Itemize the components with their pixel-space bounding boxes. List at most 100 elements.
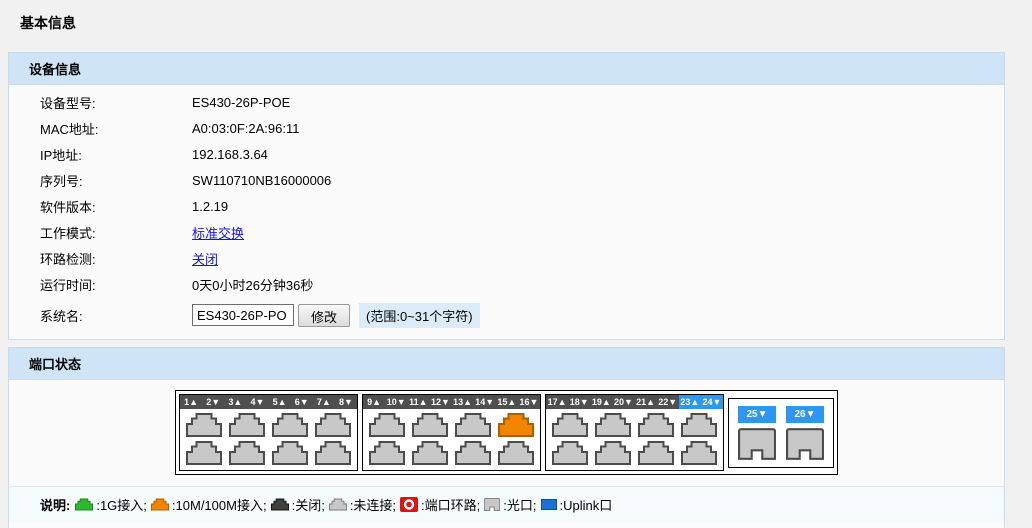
port-number-label-3: 3▲ [224,395,246,409]
legend-item-label: :10M/100M接入; [172,495,267,514]
port-18-icon [552,441,588,465]
row-label: 工作模式: [40,223,192,242]
legend-item: :关闭; [271,495,325,514]
port-legend: 说明: :1G接入; :10M/100M接入; :关闭; :未连接;:端口环路; :光口;… [9,486,1004,522]
row-label: 环路检测: [40,249,192,268]
legend-prefix: 说明: [40,495,70,514]
port-number-label-9: 9▲ [363,395,385,409]
row-work-mode: 工作模式: 标准交换 [9,219,1004,245]
port-group-header: 1▲2▼3▲4▼5▲6▼7▲8▼ [180,395,357,409]
port-group-3: 17▲18▼19▲20▼21▲22▼23▲24▼ [545,394,724,471]
port-number-label-5: 5▲ [269,395,291,409]
port-12-icon [412,441,448,465]
loop-detect-link[interactable]: 关闭 [192,252,218,267]
system-name-input[interactable] [192,304,294,326]
port-2-icon [186,441,222,465]
port-25-icon [738,428,776,460]
legend-item: :光口; [484,495,536,514]
uplink-square-icon [541,499,557,510]
port-number-label-26: 26▼ [786,406,824,423]
port-16-icon [498,441,534,465]
port-9-icon [369,413,405,437]
work-mode-link[interactable]: 标准交换 [192,226,244,241]
page-title: 基本信息 [0,0,1032,52]
legend-item-label: :未连接; [350,495,396,514]
port-23-icon [681,413,717,437]
port-13-icon [455,413,491,437]
port-number-label-2: 2▼ [202,395,224,409]
device-info-header: 设备信息 [9,53,1004,85]
port-22-icon [638,441,674,465]
port-number-label-19: 19▲ [590,395,612,409]
legend-item: :端口环路; [400,495,480,514]
row-loop-detect: 环路检测: 关闭 [9,245,1004,271]
port-number-label-21: 21▲ [635,395,657,409]
port-number-label-4: 4▼ [246,395,268,409]
port-board: 1▲2▼3▲4▼5▲6▼7▲8▼9▲10▼11▲12▼13▲14▼15▲16▼1… [175,390,838,475]
rj45-dark-icon [271,498,289,511]
legend-item-label: :关闭; [292,495,325,514]
port-group-1: 1▲2▼3▲4▼5▲6▼7▲8▼ [179,394,358,471]
port-5-icon [272,413,308,437]
port-10-icon [369,441,405,465]
serial-number-value: SW110710NB16000006 [192,173,331,188]
port-group-header: 9▲10▼11▲12▼13▲14▼15▲16▼ [363,395,540,409]
port-20-icon [595,441,631,465]
port-19-icon [595,413,631,437]
port-26-icon [786,428,824,460]
port-number-label-15: 15▲ [496,395,518,409]
port-number-label-16: 16▼ [518,395,540,409]
port-number-label-22: 22▼ [657,395,679,409]
row-uptime: 运行时间: 0天0小时26分钟36秒 [9,271,1004,297]
sfp-port-icon [484,498,500,511]
legend-item-label: :Uplink口 [560,495,613,514]
loop-red-icon [400,497,418,512]
legend-item: :10M/100M接入; [151,495,267,514]
row-mac-address: MAC地址: A0:03:0F:2A:96:11 [9,115,1004,141]
port-number-label-7: 7▲ [313,395,335,409]
port-number-label-11: 11▲ [407,395,429,409]
device-info-panel: 设备信息 设备型号: ES430-26P-POE MAC地址: A0:03:0F… [8,52,1005,340]
row-label: MAC地址: [40,119,192,138]
port-number-label-8: 8▼ [335,395,357,409]
row-label: IP地址: [40,145,192,164]
legend-item: :Uplink口 [541,495,613,514]
page: 基本信息 设备信息 设备型号: ES430-26P-POE MAC地址: A0:… [0,0,1032,528]
rj45-orange-icon [151,498,169,511]
port-status-panel: 端口状态 1▲2▼3▲4▼5▲6▼7▲8▼9▲10▼11▲12▼13▲14▼15… [8,347,1005,528]
mac-address-value: A0:03:0F:2A:96:11 [192,121,299,136]
port-3-icon [229,413,265,437]
port-11-icon [412,413,448,437]
port-number-label-10: 10▼ [385,395,407,409]
uptime-value: 0天0小时26分钟36秒 [192,275,313,294]
row-label: 运行时间: [40,275,192,294]
modify-button[interactable]: 修改 [298,304,350,327]
port-number-label-1: 1▲ [180,395,202,409]
port-number-label-20: 20▼ [612,395,634,409]
row-serial-number: 序列号: SW110710NB16000006 [9,167,1004,193]
system-name-range-hint: (范围:0~31个字符) [359,303,480,328]
port-number-label-24: 24▼ [701,395,723,409]
legend-item: :1G接入; [75,495,147,514]
port-14-icon [455,441,491,465]
row-label: 序列号: [40,171,192,190]
port-4-icon [229,441,265,465]
sfp-port-group: 25▼ 26▼ [728,398,834,468]
port-number-label-25: 25▼ [738,406,776,423]
row-device-model: 设备型号: ES430-26P-POE [9,89,1004,115]
software-version-value: 1.2.19 [192,199,228,214]
port-17-icon [552,413,588,437]
legend-item-label: :光口; [503,495,536,514]
port-number-label-13: 13▲ [452,395,474,409]
row-software-version: 软件版本: 1.2.19 [9,193,1004,219]
port-6-icon [272,441,308,465]
port-24-icon [681,441,717,465]
row-ip-address: IP地址: 192.168.3.64 [9,141,1004,167]
port-number-label-17: 17▲ [546,395,568,409]
port-group-2: 9▲10▼11▲12▼13▲14▼15▲16▼ [362,394,541,471]
port-number-label-18: 18▼ [568,395,590,409]
legend-item-label: :1G接入; [96,495,147,514]
port-number-label-14: 14▼ [474,395,496,409]
port-status-body: 1▲2▼3▲4▼5▲6▼7▲8▼9▲10▼11▲12▼13▲14▼15▲16▼1… [9,380,1004,528]
device-model-value: ES430-26P-POE [192,95,290,110]
